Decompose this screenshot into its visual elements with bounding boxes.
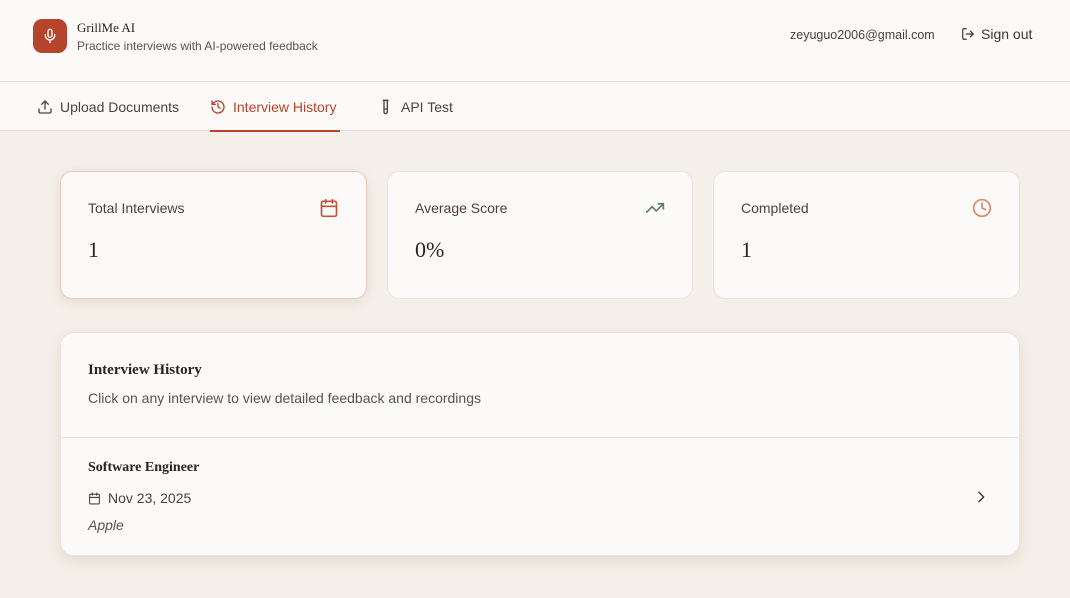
main-nav: Upload Documents Interview History API T… [0,82,1070,132]
stat-value: 1 [88,237,99,262]
stat-label: Total Interviews [88,200,185,216]
tab-label: Upload Documents [60,98,180,115]
app-name: GrillMe AI [77,20,136,35]
interview-list-item[interactable]: Software Engineer Nov 23, 2025 Apple [61,438,1019,556]
interview-date-text: Nov 23, 2025 [108,490,192,506]
calendar-icon [89,492,100,504]
user-email: zeyuguo2006@gmail.com [790,28,935,42]
app-header: GrillMe AI Practice interviews with AI-p… [0,0,1070,82]
tab-label: Interview History [233,98,337,115]
upload-icon [38,99,52,114]
microphone-icon [44,28,56,44]
calendar-icon [320,198,338,218]
interview-company: Apple [88,517,124,533]
sign-out-label: Sign out [981,26,1033,42]
stat-card-total-interviews: Total Interviews 1 [60,171,367,299]
tab-upload-documents[interactable]: Upload Documents [37,82,179,131]
app-logo [33,19,67,53]
clock-icon [972,198,992,218]
stat-card-completed: Completed 1 [713,171,1020,299]
stat-label: Completed [741,200,809,216]
interview-title: Software Engineer [88,460,200,475]
tab-interview-history[interactable]: Interview History [210,82,341,132]
panel-title: Interview History [88,362,202,378]
tab-api-test[interactable]: API Test [378,82,453,131]
interview-history-panel: Interview History Click on any interview… [60,332,1020,556]
panel-subtitle: Click on any interview to view detailed … [88,390,481,406]
tab-label: API Test [401,98,453,115]
test-tube-icon [382,99,389,114]
log-out-icon [962,28,974,40]
sign-out-button[interactable]: Sign out [961,26,1032,42]
app-tagline: Practice interviews with AI-powered feed… [77,39,318,53]
trending-up-icon [645,203,665,213]
stat-card-average-score: Average Score 0% [387,171,693,299]
chevron-right-icon[interactable] [973,488,989,506]
stat-value: 1 [741,237,752,262]
interview-date: Nov 23, 2025 [88,490,191,506]
history-icon [211,99,225,114]
stat-value: 0% [415,237,445,262]
stat-label: Average Score [415,200,508,216]
